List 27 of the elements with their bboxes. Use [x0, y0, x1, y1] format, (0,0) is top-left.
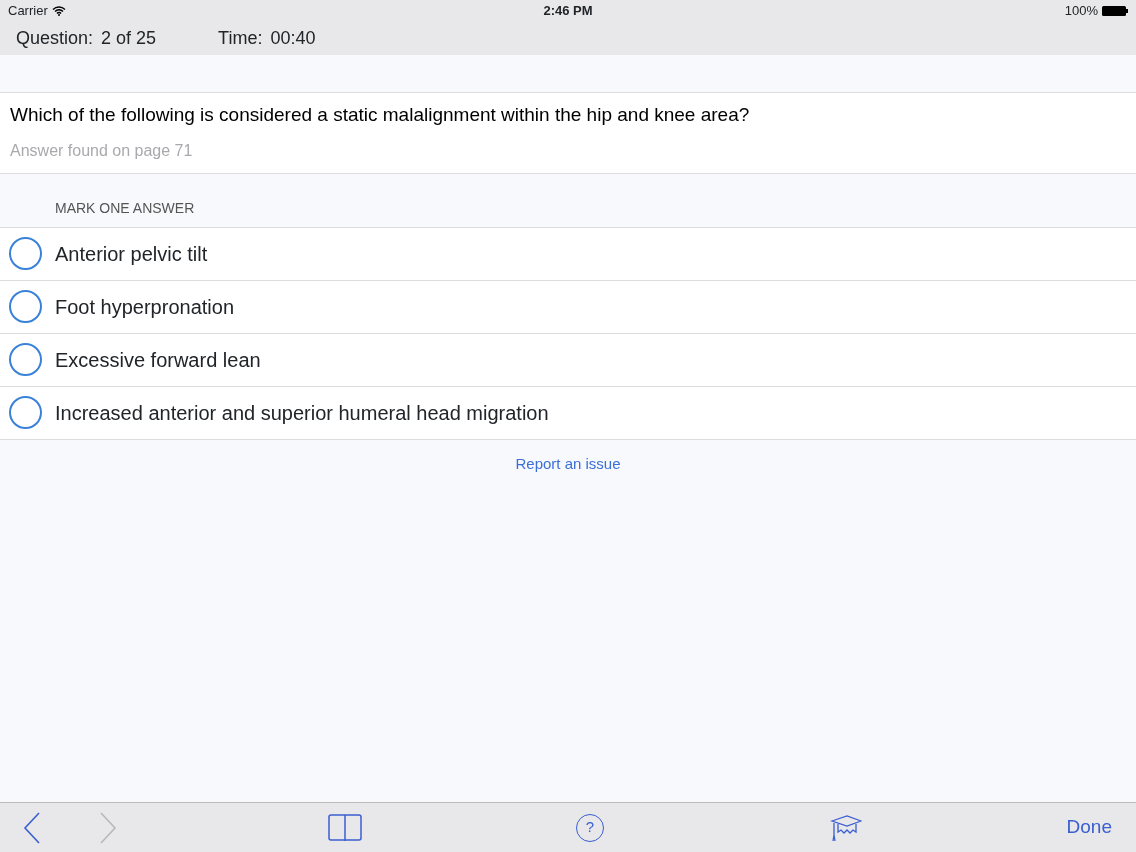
answer-option[interactable]: Foot hyperpronation: [55, 291, 234, 322]
clock-time: 2:46 PM: [543, 2, 593, 21]
question-text: Which of the following is considered a static malalignment within the hip and knee area?: [10, 103, 751, 127]
timer-value: 00:40: [270, 27, 316, 50]
answer-page-hint: Answer found on page 71: [10, 140, 194, 161]
book-button[interactable]: [328, 813, 362, 842]
radio-button[interactable]: [9, 237, 42, 270]
forward-chevron-icon: [99, 811, 117, 844]
graduation-cap-icon: [830, 813, 862, 842]
question-counter: 2 of 25: [101, 27, 157, 50]
wifi-icon: [51, 6, 66, 16]
radio-button[interactable]: [9, 290, 42, 323]
answer-option[interactable]: Anterior pelvic tilt: [55, 238, 208, 269]
report-issue-link[interactable]: Report an issue: [515, 454, 621, 472]
time-label: Time:: [218, 27, 263, 50]
radio-button[interactable]: [9, 343, 42, 376]
question-label: Question:: [16, 27, 94, 50]
carrier-label: Carrier: [8, 2, 48, 21]
battery-icon: [1102, 6, 1128, 16]
radio-button[interactable]: [9, 396, 42, 429]
section-heading: MARK ONE ANSWER: [55, 199, 195, 216]
answer-option[interactable]: Excessive forward lean: [55, 344, 261, 375]
back-chevron-icon: [23, 811, 41, 844]
done-button[interactable]: Done: [1066, 813, 1112, 842]
battery-percent: 100%: [1064, 2, 1098, 21]
graduation-cap-button[interactable]: [830, 813, 862, 842]
book-icon: [328, 813, 362, 842]
